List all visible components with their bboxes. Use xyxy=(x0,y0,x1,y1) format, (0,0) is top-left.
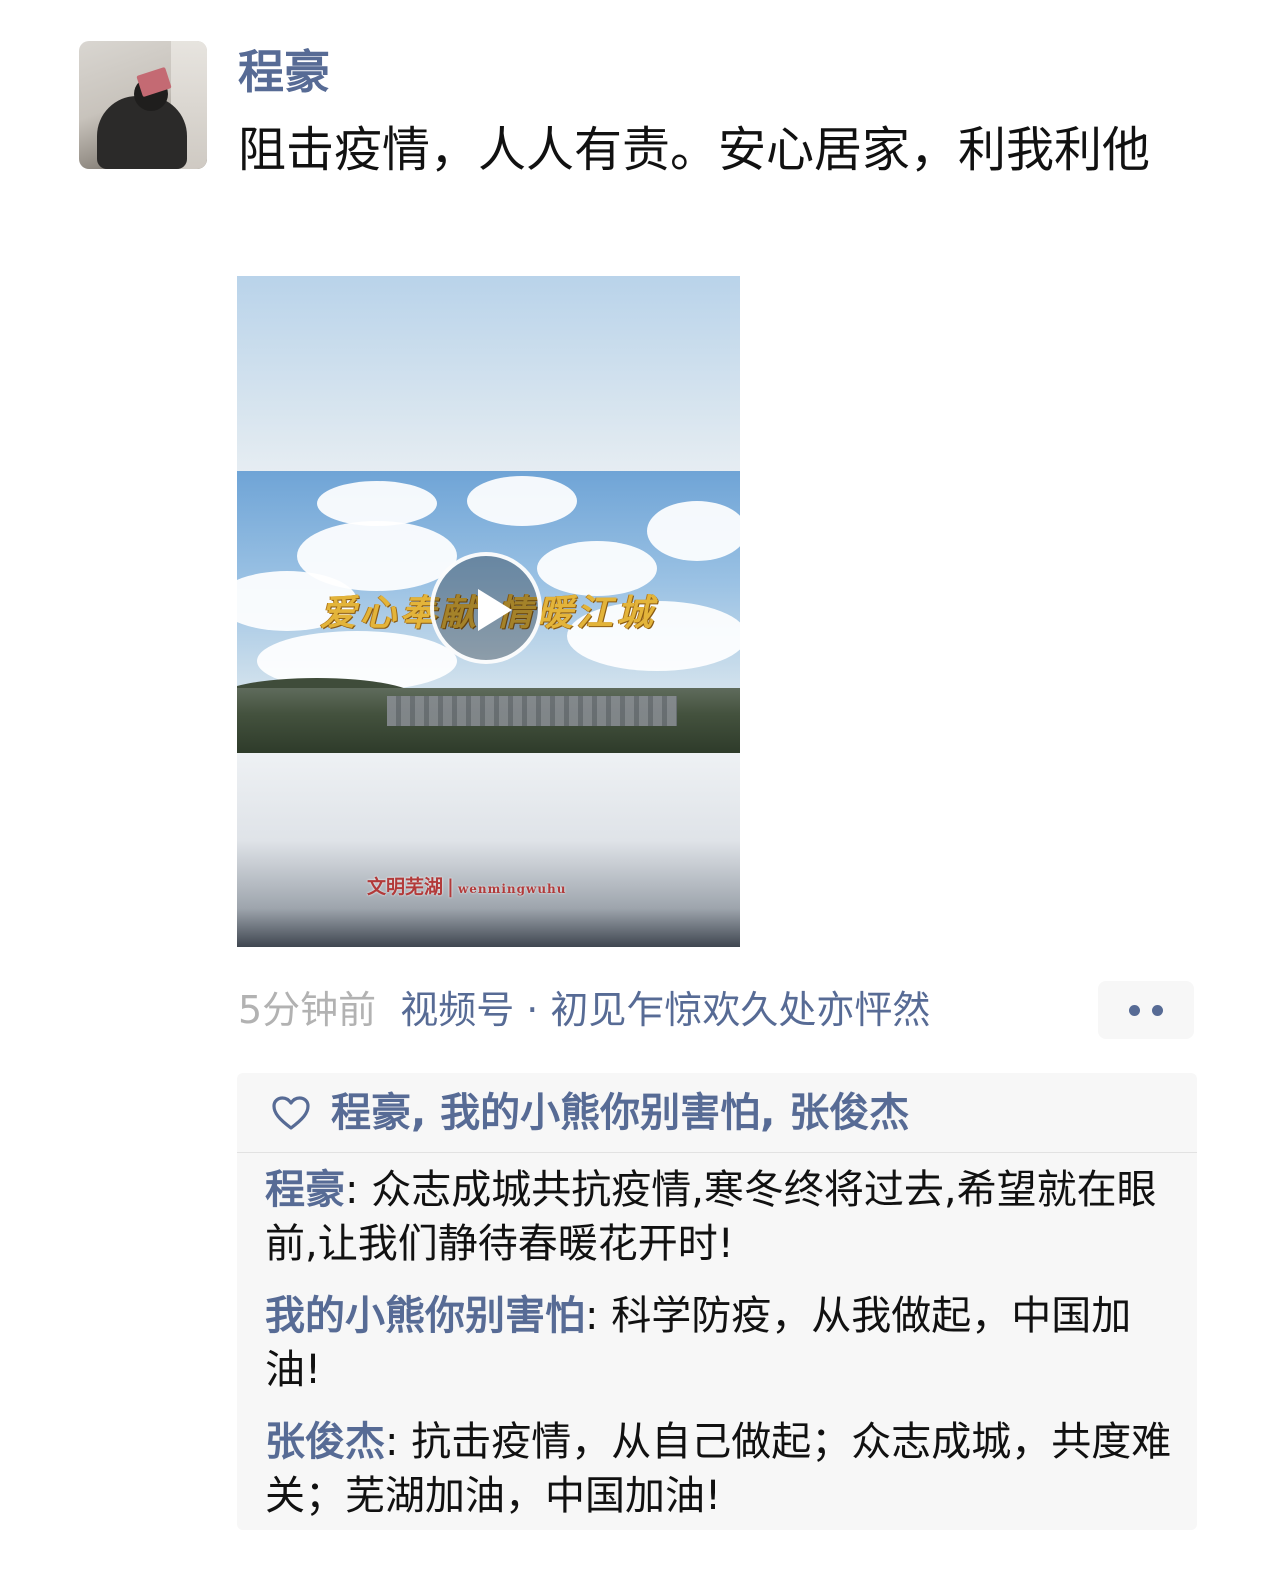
comment-item[interactable]: 程豪: 众志成城共抗疫情,寒冬终将过去,希望就在眼前,让我们静待春暖花开时! xyxy=(265,1163,1185,1271)
more-button[interactable] xyxy=(1098,981,1194,1039)
comment-item[interactable]: 我的小熊你别害怕: 科学防疫，从我做起，中国加油! xyxy=(265,1289,1185,1397)
more-dots-icon xyxy=(1152,1005,1163,1016)
likes-names[interactable]: 程豪, 我的小熊你别害怕, 张俊杰 xyxy=(331,1083,909,1143)
likes-row: 程豪, 我的小熊你别害怕, 张俊杰 xyxy=(237,1073,1197,1153)
play-triangle xyxy=(478,589,512,631)
video-thumbnail[interactable]: 爱心奉献 情暖江城 文明芜湖 | wenmingwuhu xyxy=(237,276,740,947)
comment-text: : 众志成城共抗疫情,寒冬终将过去,希望就在眼前,让我们静待春暖花开时! xyxy=(265,1167,1157,1267)
interaction-panel: 程豪, 我的小熊你别害怕, 张俊杰 程豪: 众志成城共抗疫情,寒冬终将过去,希望… xyxy=(237,1073,1197,1530)
watermark-cn: 文明芜湖 xyxy=(367,876,444,898)
comment-author[interactable]: 我的小熊你别害怕 xyxy=(265,1293,585,1339)
more-dots-icon xyxy=(1129,1005,1140,1016)
comment-text: : 抗击疫情，从自己做起；众志成城，共度难关；芜湖加油，中国加油! xyxy=(265,1419,1172,1519)
channel-link[interactable]: 视频号 · 初见乍惊欢久处亦怦然 xyxy=(400,988,930,1032)
post-author-name[interactable]: 程豪 xyxy=(238,42,330,102)
heart-icon xyxy=(272,1096,310,1130)
avatar[interactable] xyxy=(79,41,207,169)
comment-author[interactable]: 程豪 xyxy=(265,1167,345,1213)
play-icon[interactable] xyxy=(430,552,542,664)
comment-item[interactable]: 张俊杰: 抗击疫情，从自己做起；众志成城，共度难关；芜湖加油，中国加油! xyxy=(265,1415,1185,1523)
comment-author[interactable]: 张俊杰 xyxy=(265,1419,385,1465)
video-watermark: 文明芜湖 | wenmingwuhu xyxy=(367,872,567,899)
video-sky xyxy=(237,276,740,472)
comments-list: 程豪: 众志成城共抗疫情,寒冬终将过去,希望就在眼前,让我们静待春暖花开时! 我… xyxy=(265,1163,1185,1541)
post-time: 5分钟前 xyxy=(238,988,377,1032)
video-bottom xyxy=(237,753,740,947)
post-meta: 5分钟前 视频号 · 初见乍惊欢久处亦怦然 xyxy=(238,982,930,1038)
video-buildings xyxy=(387,696,677,726)
post-text: 阻击疫情，人人有责。安心居家，利我利他 xyxy=(238,122,1151,178)
watermark-en: wenmingwuhu xyxy=(457,882,567,896)
watermark-separator: | xyxy=(447,876,454,898)
